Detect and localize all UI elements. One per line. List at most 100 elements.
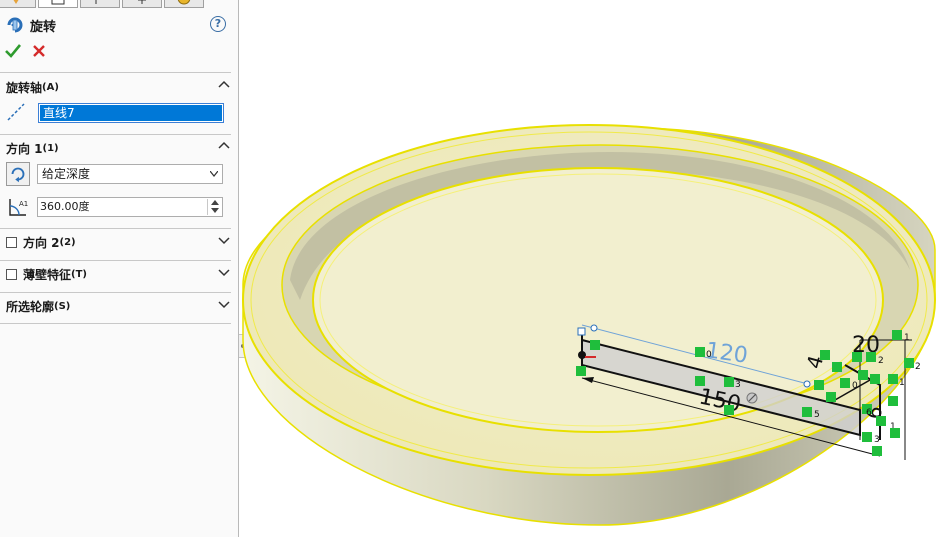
axis-selection-value[interactable]: 直线7 bbox=[40, 105, 222, 121]
relation-number: 1 bbox=[904, 333, 910, 343]
sketch-point[interactable] bbox=[590, 324, 598, 332]
spin-up-button[interactable] bbox=[208, 199, 221, 207]
relation-number: 6 bbox=[866, 408, 872, 418]
section-thin-feature-title: 薄壁特征 bbox=[23, 267, 72, 282]
section-direction2-title: 方向 2 bbox=[23, 235, 60, 250]
coincident-relation-icon[interactable] bbox=[892, 330, 902, 340]
reverse-direction-icon bbox=[11, 167, 25, 183]
chevron-down-icon[interactable] bbox=[218, 298, 230, 310]
ring-floor[interactable] bbox=[312, 167, 884, 433]
svg-text:A1: A1 bbox=[19, 200, 28, 208]
chevron-up-icon[interactable] bbox=[218, 140, 230, 152]
section-thin-feature-shortcut: (T) bbox=[71, 268, 87, 280]
angle-spinner[interactable] bbox=[207, 199, 221, 215]
chevron-up-icon[interactable] bbox=[218, 79, 230, 91]
axis-selection-field[interactable]: 直线7 bbox=[38, 103, 224, 123]
parallel-relation-icon[interactable] bbox=[695, 347, 705, 357]
sketch-point[interactable] bbox=[803, 380, 811, 388]
relation-number: 5 bbox=[814, 410, 820, 420]
cancel-x-icon[interactable] bbox=[30, 42, 48, 60]
tab-property-manager[interactable] bbox=[38, 0, 78, 8]
centerline-axis-icon bbox=[7, 103, 25, 121]
relation-number: 3 bbox=[735, 380, 741, 390]
coincident-relation-icon[interactable] bbox=[576, 366, 586, 376]
angle-icon: A1 bbox=[9, 199, 28, 216]
coincident-relation-icon[interactable] bbox=[890, 428, 900, 438]
section-selected-contours-header[interactable]: 所选轮廓 (S) bbox=[6, 297, 232, 315]
end-condition-value: 给定深度 bbox=[42, 167, 91, 181]
section-axis-header[interactable]: 旋转轴 (A) bbox=[6, 78, 232, 96]
section-selected-contours-title: 所选轮廓 bbox=[6, 299, 55, 314]
divider bbox=[0, 292, 231, 293]
chevron-down-icon[interactable] bbox=[218, 266, 230, 278]
section-thin-feature-header[interactable]: 薄壁特征 (T) bbox=[6, 265, 232, 283]
tab-dimxpert-manager[interactable] bbox=[122, 0, 162, 8]
coincident-relation-icon[interactable] bbox=[832, 362, 842, 372]
coincident-relation-icon[interactable] bbox=[862, 432, 872, 442]
feature-title: 旋转 bbox=[30, 19, 57, 35]
tab-configuration-manager[interactable] bbox=[80, 0, 120, 8]
section-direction1-title: 方向 1 bbox=[6, 141, 43, 156]
coincident-relation-icon[interactable] bbox=[852, 352, 862, 362]
vertical-relation-icon[interactable] bbox=[888, 396, 898, 406]
equal-relation-icon[interactable] bbox=[802, 407, 812, 417]
section-direction1-shortcut: (1) bbox=[42, 142, 59, 154]
coincident-relation-icon[interactable] bbox=[840, 378, 850, 388]
parallel-relation-icon[interactable] bbox=[814, 380, 824, 390]
thin-feature-checkbox[interactable] bbox=[6, 268, 17, 280]
chevron-down-icon bbox=[210, 171, 218, 177]
coincident-relation-icon[interactable] bbox=[870, 374, 880, 384]
spin-up-icon bbox=[211, 200, 219, 205]
model-view[interactable]: 120 150 20 4 6 0 3 5 0 2 1 1 2 1 3 6 bbox=[240, 0, 937, 537]
help-button[interactable]: ? bbox=[210, 16, 226, 32]
divider bbox=[0, 228, 231, 229]
coincident-relation-icon[interactable] bbox=[866, 352, 876, 362]
divider bbox=[0, 72, 231, 73]
coincident-relation-icon[interactable] bbox=[904, 358, 914, 368]
feature-tree-icon bbox=[13, 0, 19, 4]
direction2-checkbox[interactable] bbox=[6, 236, 17, 248]
section-direction2-shortcut: (2) bbox=[59, 236, 76, 248]
spin-down-button[interactable] bbox=[208, 207, 221, 215]
property-list-icon bbox=[51, 0, 65, 5]
coincident-relation-icon[interactable] bbox=[826, 392, 836, 402]
display-manager-icon bbox=[177, 0, 191, 5]
section-axis-shortcut: (A) bbox=[42, 81, 59, 93]
horizontal-relation-icon[interactable] bbox=[695, 376, 705, 386]
reverse-direction-button[interactable] bbox=[6, 162, 30, 186]
horizontal-relation-icon[interactable] bbox=[888, 374, 898, 384]
divider bbox=[0, 323, 231, 324]
section-direction2-header[interactable]: 方向 2 (2) bbox=[6, 233, 232, 251]
coincident-relation-icon[interactable] bbox=[872, 446, 882, 456]
property-manager: 旋转 ? 旋转轴 (A) 直线7 方向 1 (1) 给定深度 A1 360.00… bbox=[0, 0, 239, 537]
config-icon bbox=[95, 0, 97, 4]
section-axis-title: 旋转轴 bbox=[6, 80, 43, 95]
divider bbox=[0, 134, 231, 135]
relation-number: 2 bbox=[915, 362, 921, 372]
relation-number: 2 bbox=[878, 356, 884, 366]
relation-number: 3 bbox=[874, 435, 880, 445]
relation-number: 0 bbox=[706, 350, 712, 360]
horizontal-relation-icon[interactable] bbox=[858, 370, 868, 380]
sketch-origin-marker[interactable] bbox=[577, 327, 586, 336]
tab-feature-manager[interactable] bbox=[0, 0, 36, 8]
rotate-cursor-icon bbox=[746, 392, 758, 404]
graphics-area[interactable]: 120 150 20 4 6 0 3 5 0 2 1 1 2 1 3 6 bbox=[240, 0, 937, 537]
end-condition-select[interactable]: 给定深度 bbox=[37, 164, 223, 184]
dimxpert-icon bbox=[138, 0, 146, 4]
relation-number: 0 bbox=[852, 381, 858, 391]
coincident-relation-icon[interactable] bbox=[820, 350, 830, 360]
ok-check-icon[interactable] bbox=[4, 42, 22, 60]
tab-display-manager[interactable] bbox=[164, 0, 204, 8]
relation-number: 1 bbox=[899, 378, 905, 388]
section-direction1-header[interactable]: 方向 1 (1) bbox=[6, 139, 232, 157]
horizontal-relation-icon[interactable] bbox=[876, 416, 886, 426]
manager-tabs bbox=[0, 0, 239, 8]
horizontal-relation-icon[interactable] bbox=[724, 405, 734, 415]
coincident-relation-icon[interactable] bbox=[724, 377, 734, 387]
feature-title-row: 旋转 bbox=[6, 15, 56, 35]
angle-input[interactable]: 360.00度 bbox=[37, 197, 223, 217]
vertical-relation-icon[interactable] bbox=[590, 340, 600, 350]
revolve-feature-icon bbox=[7, 17, 23, 33]
chevron-down-icon[interactable] bbox=[218, 234, 230, 246]
